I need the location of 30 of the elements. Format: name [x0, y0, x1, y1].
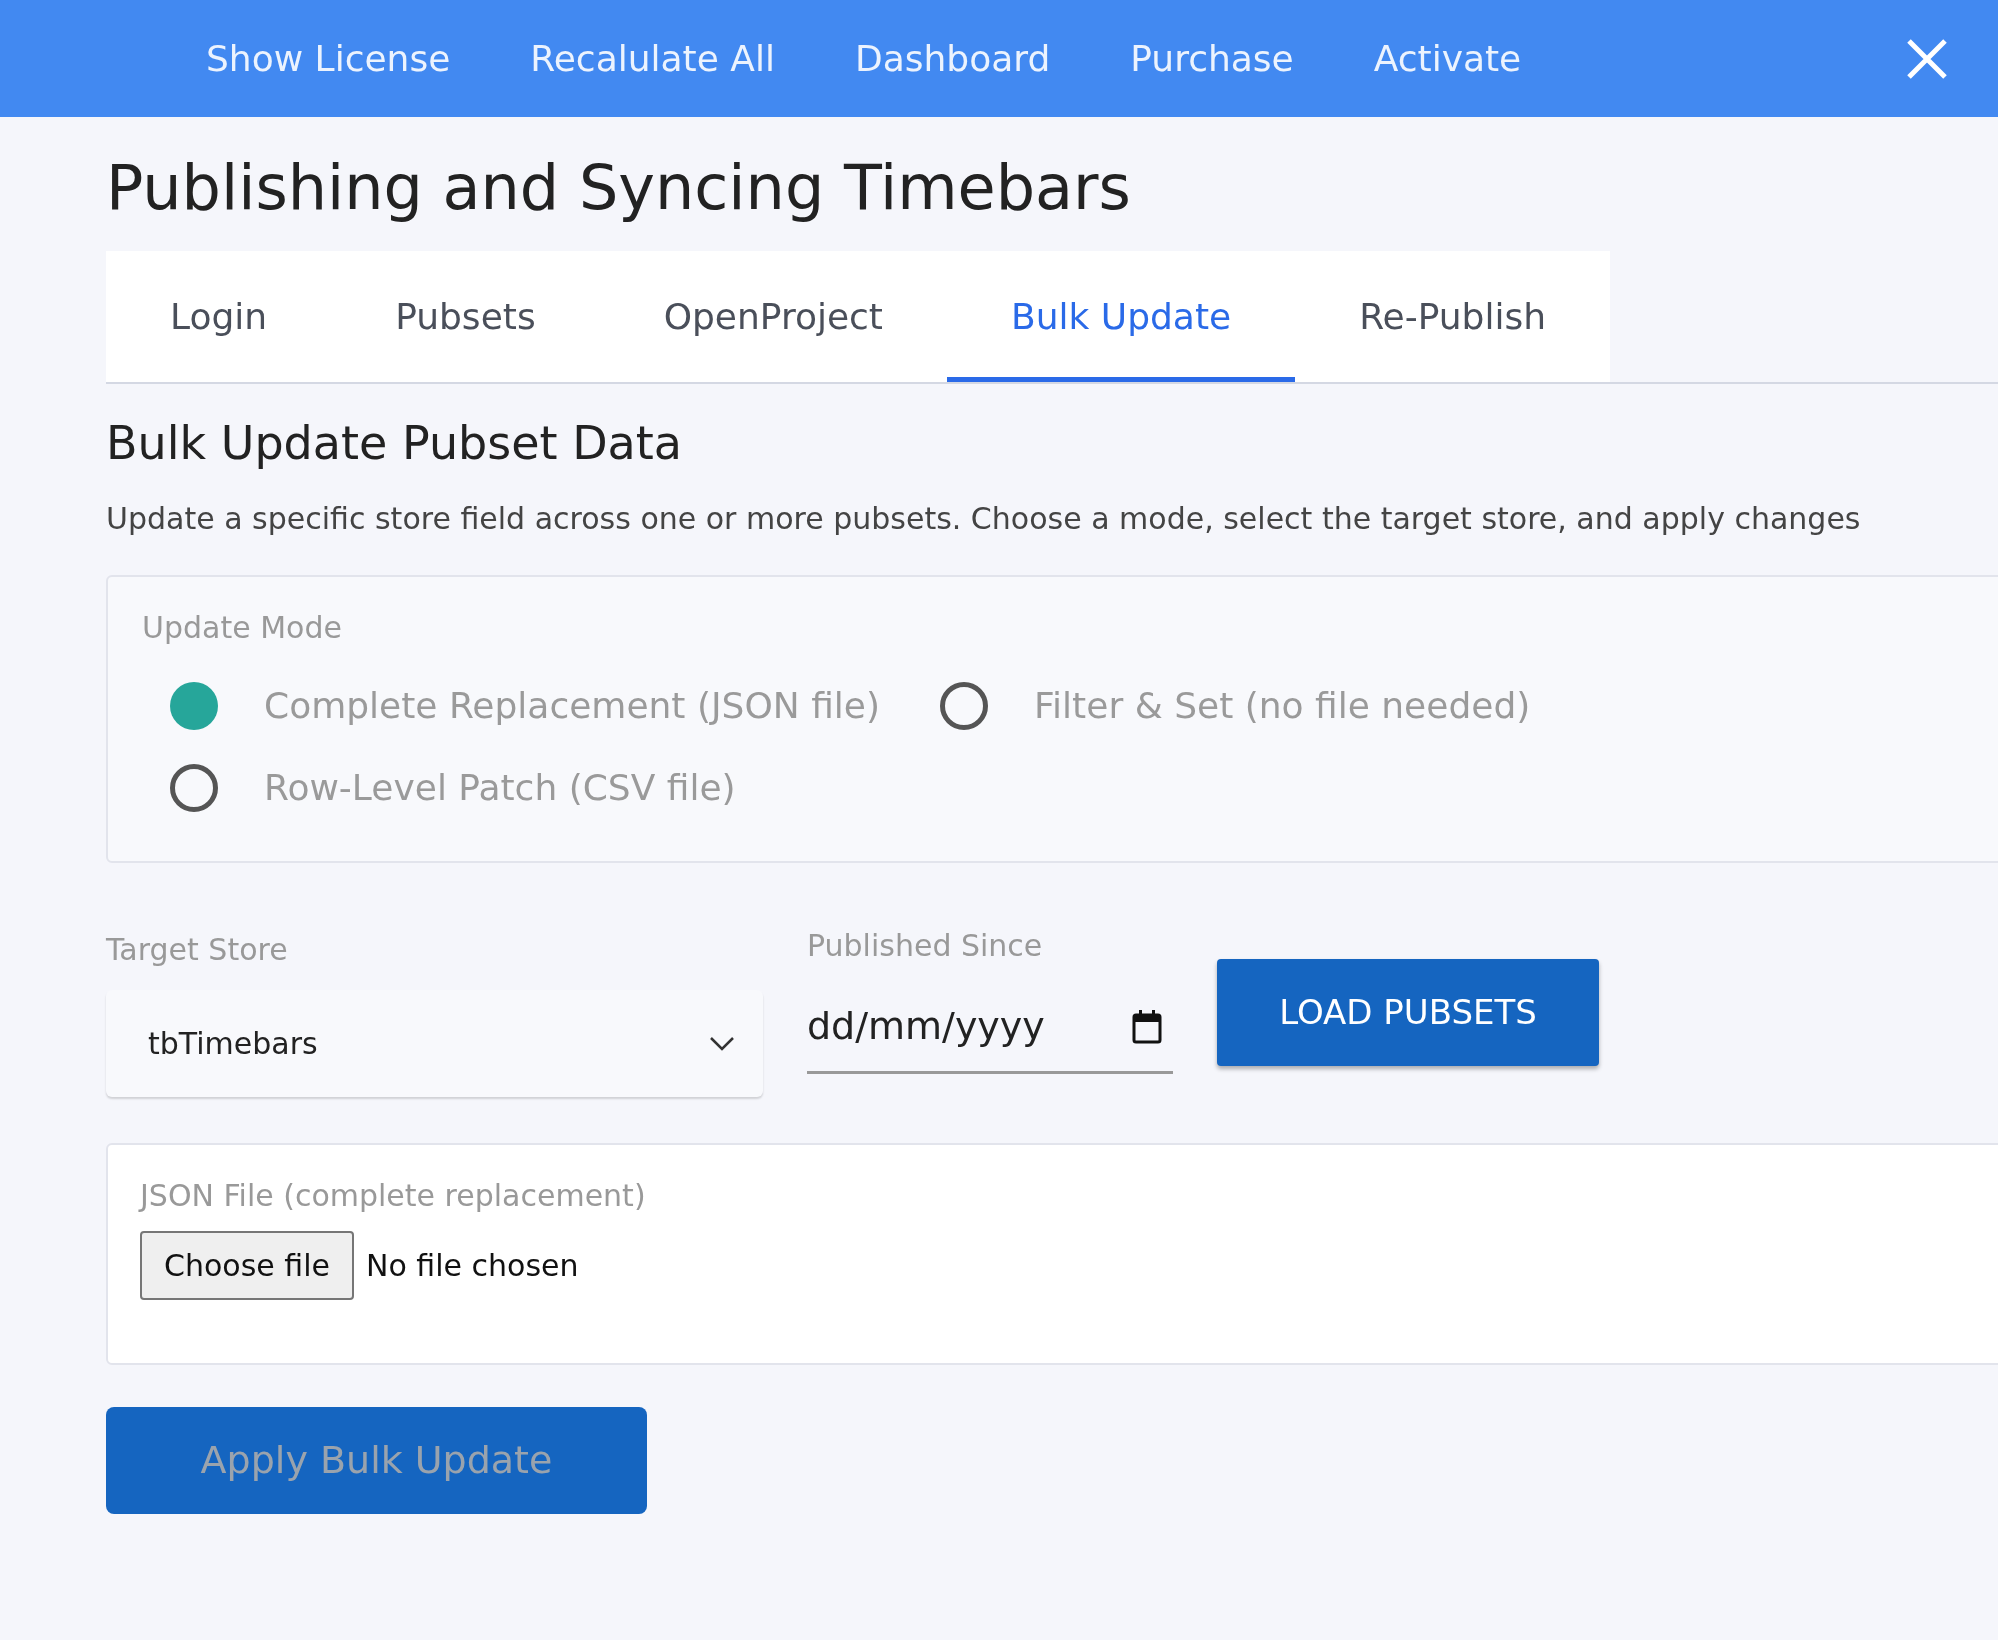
tab[interactable]: Pubsets: [331, 251, 600, 382]
target-store-select[interactable]: tbTimebars: [106, 990, 763, 1097]
nav-link[interactable]: Recalulate All: [530, 31, 775, 86]
close-icon[interactable]: [1906, 37, 1948, 80]
target-store-label: Target Store: [106, 931, 289, 969]
tab[interactable]: Bulk Update: [947, 251, 1296, 382]
nav-link[interactable]: Show License: [206, 31, 451, 86]
load-pubsets-button[interactable]: LOAD PUBSETS: [1217, 959, 1599, 1066]
radio-button[interactable]: [170, 682, 218, 730]
file-status: No file chosen: [366, 1247, 579, 1285]
calendar-icon[interactable]: [1131, 1008, 1163, 1045]
nav-link[interactable]: Purchase: [1130, 31, 1294, 86]
choose-file-button[interactable]: Choose file: [140, 1231, 354, 1300]
nav-link[interactable]: Activate: [1373, 31, 1522, 86]
file-upload-label: JSON File (complete replacement): [140, 1181, 647, 1211]
tab[interactable]: OpenProject: [599, 251, 947, 382]
published-since-label: Published Since: [807, 927, 1044, 965]
nav-link[interactable]: Dashboard: [854, 31, 1051, 86]
radio-button[interactable]: [170, 764, 218, 812]
radio-label[interactable]: Row-Level Patch (CSV file): [264, 761, 736, 815]
radio-label[interactable]: Filter & Set (no file needed): [1034, 679, 1531, 733]
section-description: Update a specific store field across one or more pubsets. Choose a mode, select the target store, and apply changes: [106, 500, 1862, 538]
tab[interactable]: Re-Publish: [1295, 251, 1611, 382]
radio-label[interactable]: Complete Replacement (JSON file): [264, 679, 881, 733]
date-field[interactable]: dd/mm/yyyy: [807, 982, 1173, 1074]
tab[interactable]: Login: [106, 251, 332, 382]
chevron-down-icon: [709, 1035, 735, 1052]
page-title: Publishing and Syncing Timebars: [106, 150, 1132, 226]
radio-button[interactable]: [940, 682, 989, 730]
update-mode-legend: Update Mode: [142, 613, 1998, 643]
